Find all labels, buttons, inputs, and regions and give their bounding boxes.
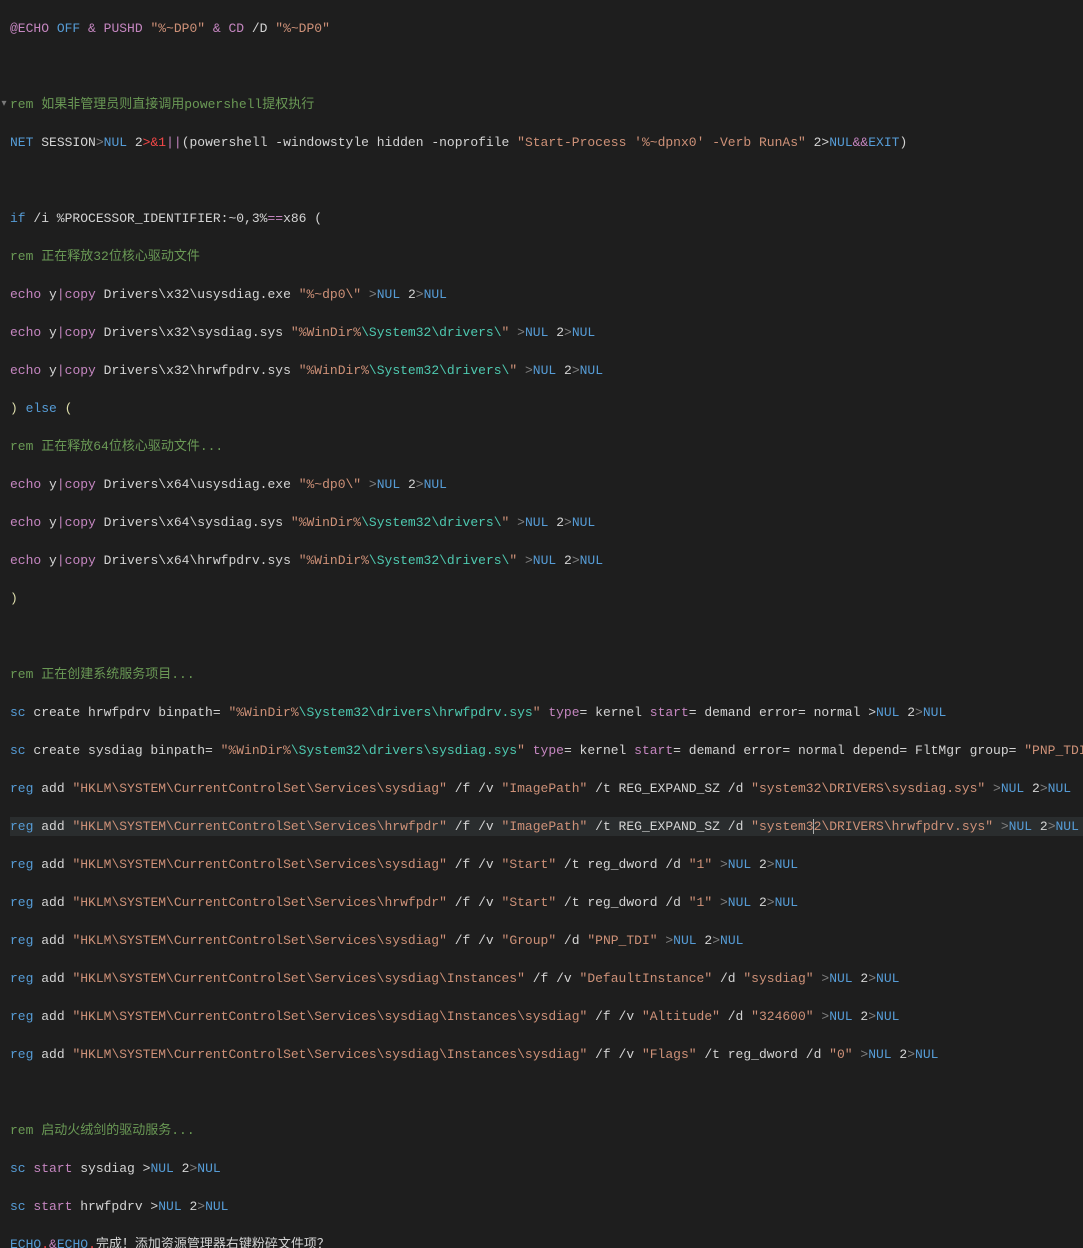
code-line (10, 1083, 1083, 1102)
code-line: ) (10, 589, 1083, 608)
code-line: echo y|copy Drivers\x32\sysdiag.sys "%Wi… (10, 323, 1083, 342)
code-line: rem 启动火绒剑的驱动服务... (10, 1121, 1083, 1140)
code-line: sc start hrwfpdrv >NUL 2>NUL (10, 1197, 1083, 1216)
code-line: NET SESSION>NUL 2>&1||(powershell -windo… (10, 133, 1083, 152)
code-line: rem 正在释放64位核心驱动文件... (10, 437, 1083, 456)
code-line: reg add "HKLM\SYSTEM\CurrentControlSet\S… (10, 1007, 1083, 1026)
code-line: reg add "HKLM\SYSTEM\CurrentControlSet\S… (10, 817, 1083, 836)
fold-icon[interactable]: ▾ (0, 95, 8, 114)
code-line: echo y|copy Drivers\x32\hrwfpdrv.sys "%W… (10, 361, 1083, 380)
code-line: reg add "HKLM\SYSTEM\CurrentControlSet\S… (10, 931, 1083, 950)
code-line: sc start sysdiag >NUL 2>NUL (10, 1159, 1083, 1178)
code-line (10, 57, 1083, 76)
code-line: rem 正在创建系统服务项目... (10, 665, 1083, 684)
code-line: if /i %PROCESSOR_IDENTIFIER:~0,3%==x86 ( (10, 209, 1083, 228)
code-line: sc create hrwfpdrv binpath= "%WinDir%\Sy… (10, 703, 1083, 722)
code-line: sc create sysdiag binpath= "%WinDir%\Sys… (10, 741, 1083, 760)
code-line: ECHO.&ECHO.完成！添加资源管理器右键粉碎文件项？ (10, 1235, 1083, 1248)
code-line (10, 171, 1083, 190)
code-line: rem 如果非管理员则直接调用powershell提权执行 (10, 95, 1083, 114)
code-line: echo y|copy Drivers\x32\usysdiag.exe "%~… (10, 285, 1083, 304)
fold-gutter: ▾ (0, 0, 8, 1248)
code-line: reg add "HKLM\SYSTEM\CurrentControlSet\S… (10, 855, 1083, 874)
code-line: reg add "HKLM\SYSTEM\CurrentControlSet\S… (10, 969, 1083, 988)
code-line: reg add "HKLM\SYSTEM\CurrentControlSet\S… (10, 1045, 1083, 1064)
code-line (10, 627, 1083, 646)
code-line: rem 正在释放32位核心驱动文件 (10, 247, 1083, 266)
code-editor[interactable]: ▾ @ECHO OFF & PUSHD "%~DP0" & CD /D "%~D… (0, 0, 1083, 1248)
code-line: reg add "HKLM\SYSTEM\CurrentControlSet\S… (10, 893, 1083, 912)
code-line: echo y|copy Drivers\x64\usysdiag.exe "%~… (10, 475, 1083, 494)
code-line: echo y|copy Drivers\x64\sysdiag.sys "%Wi… (10, 513, 1083, 532)
code-line: ) else ( (10, 399, 1083, 418)
code-area[interactable]: @ECHO OFF & PUSHD "%~DP0" & CD /D "%~DP0… (8, 0, 1083, 1248)
code-line: reg add "HKLM\SYSTEM\CurrentControlSet\S… (10, 779, 1083, 798)
code-line: @ECHO OFF & PUSHD "%~DP0" & CD /D "%~DP0… (10, 19, 1083, 38)
code-line: echo y|copy Drivers\x64\hrwfpdrv.sys "%W… (10, 551, 1083, 570)
